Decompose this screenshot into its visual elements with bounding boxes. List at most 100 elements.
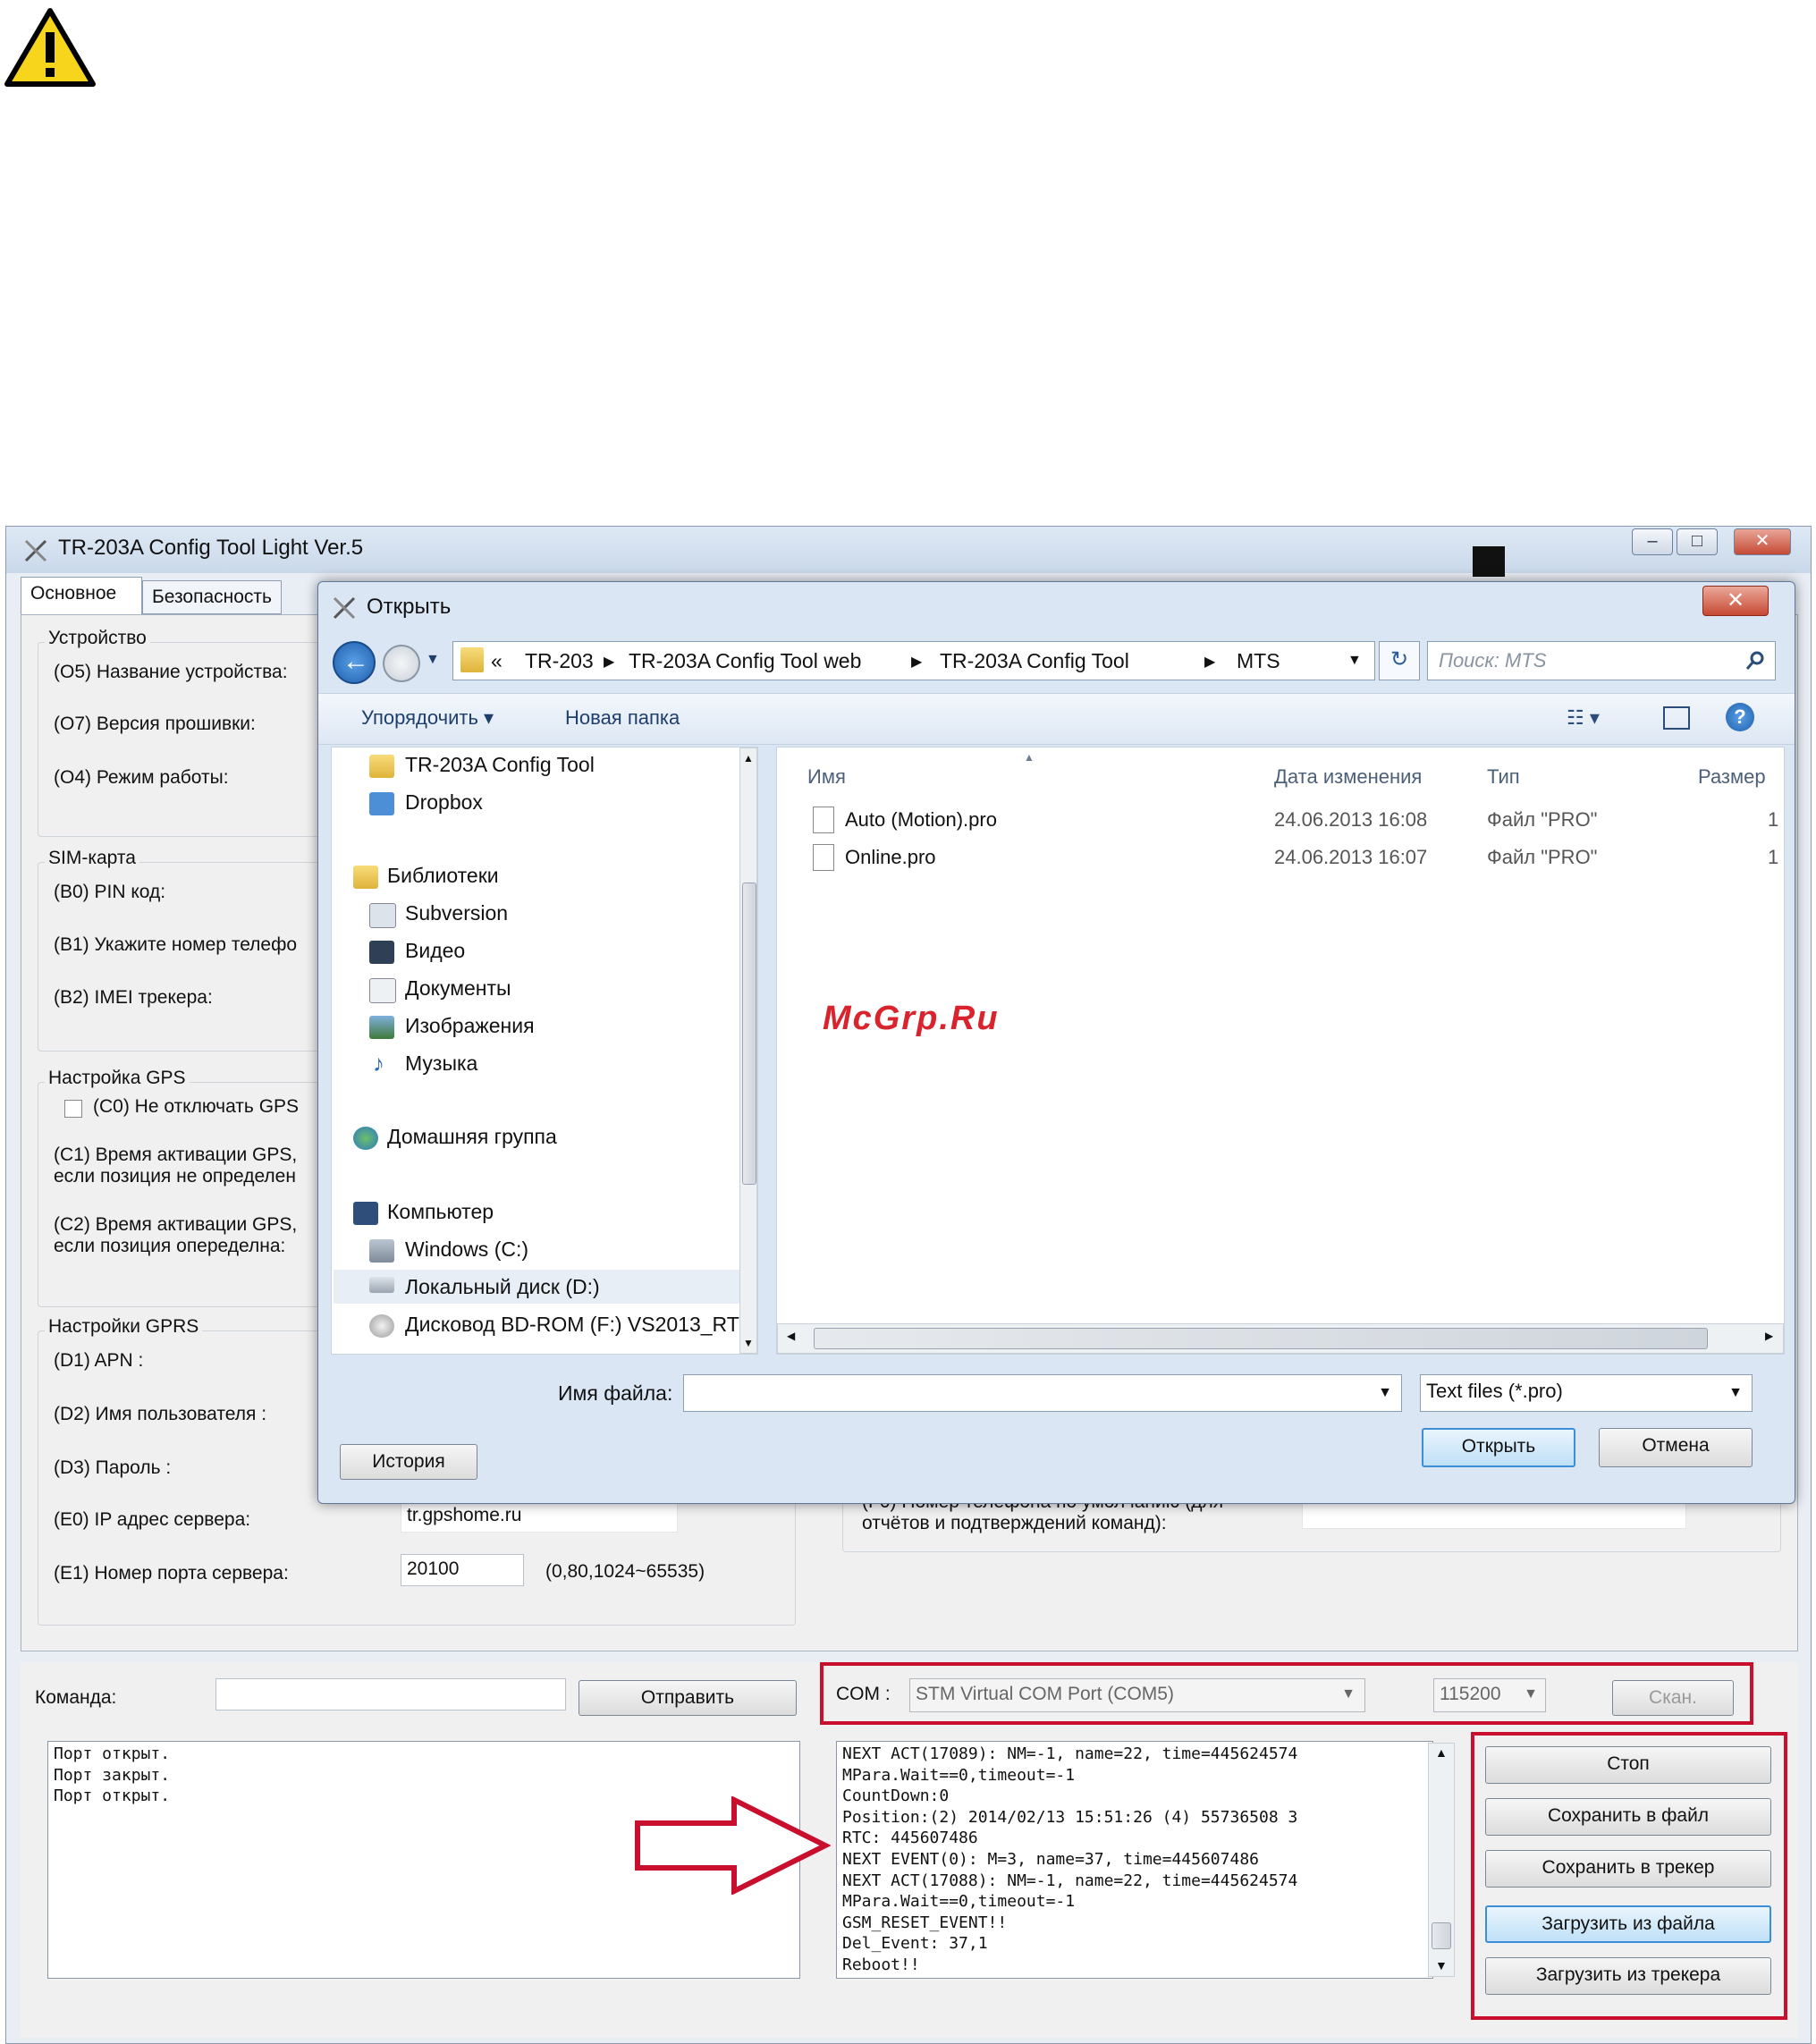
com-port-select[interactable]: STM Virtual COM Port (COM5) ▼: [909, 1678, 1365, 1712]
computer-icon: [353, 1202, 378, 1225]
address-bar[interactable]: « TR-203 ▶ TR-203A Config Tool web ▶ TR-…: [452, 641, 1375, 680]
nav-item-computer[interactable]: Компьютер: [387, 1200, 494, 1224]
taskbar-thumbnail: [1473, 546, 1505, 577]
refresh-button[interactable]: ↻: [1379, 641, 1420, 680]
cancel-button[interactable]: Отмена: [1599, 1428, 1753, 1467]
tab-main[interactable]: Основное: [21, 577, 142, 614]
video-icon: [369, 941, 394, 964]
scroll-up-icon: ▲: [743, 752, 754, 764]
tab-security[interactable]: Безопасность: [142, 580, 282, 614]
nav-item-dropbox[interactable]: Dropbox: [405, 790, 483, 815]
title-bar: TR-203A Config Tool Light Ver.5 ‒ □ ✕: [6, 527, 1811, 577]
help-icon[interactable]: ?: [1726, 703, 1754, 731]
open-button[interactable]: Открыть: [1422, 1428, 1575, 1467]
gps-c1-label-2: если позиция не определен: [54, 1166, 296, 1187]
close-button[interactable]: ✕: [1734, 528, 1791, 555]
preview-pane-icon[interactable]: [1663, 706, 1690, 730]
send-button[interactable]: Отправить: [579, 1680, 797, 1716]
com-label: COM :: [836, 1684, 891, 1704]
dialog-close-button[interactable]: ✕: [1702, 586, 1769, 616]
view-options-icon[interactable]: ☷ ▾: [1567, 706, 1600, 730]
column-type[interactable]: Тип: [1487, 765, 1520, 789]
drive-c-icon: [369, 1239, 394, 1263]
history-button[interactable]: История: [340, 1444, 477, 1480]
chevron-down-icon[interactable]: ▼: [426, 652, 440, 668]
baud-select[interactable]: 115200 ▼: [1433, 1678, 1546, 1712]
column-date[interactable]: Дата изменения: [1274, 765, 1422, 789]
nav-item-subversion[interactable]: Subversion: [405, 901, 508, 925]
device-log: NEXT ACT(17089): NM=-1, name=22, time=44…: [836, 1741, 1433, 1979]
nav-item-music[interactable]: Музыка: [405, 1052, 477, 1076]
search-icon[interactable]: [1744, 650, 1766, 671]
window-title: TR-203A Config Tool Light Ver.5: [58, 536, 364, 560]
music-icon: ♪: [373, 1050, 384, 1077]
chevron-down-icon: ▼: [1524, 1686, 1538, 1702]
save-to-tracker-button[interactable]: Сохранить в трекер: [1485, 1850, 1771, 1888]
breadcrumb-overflow[interactable]: «: [491, 649, 503, 673]
back-button[interactable]: ←: [333, 641, 376, 684]
search-box[interactable]: Поиск: MTS: [1427, 641, 1776, 680]
chevron-down-icon: ▼: [1728, 1385, 1743, 1400]
stop-button[interactable]: Стоп: [1485, 1746, 1771, 1784]
file-size: 1: [1768, 808, 1779, 831]
nav-item-homegroup[interactable]: Домашняя группа: [387, 1125, 557, 1149]
gps-always-on-label: (C0) Не отключать GPS: [93, 1096, 300, 1117]
dropbox-icon: [369, 792, 394, 815]
load-from-file-button[interactable]: Загрузить из файла: [1485, 1905, 1771, 1943]
file-hscrollbar[interactable]: ◀ ▶: [777, 1323, 1784, 1354]
nav-scroll-thumb[interactable]: [742, 883, 756, 1185]
table-row[interactable]: Auto (Motion).pro 24.06.2013 16:08 Файл …: [777, 803, 1784, 839]
nav-scrollbar[interactable]: ▲ ▼: [739, 747, 757, 1354]
table-row[interactable]: Online.pro 24.06.2013 16:07 Файл "PRO" 1: [777, 840, 1784, 876]
server-ip-input[interactable]: tr.gpshome.ru: [401, 1500, 678, 1533]
apn-label: (D1) APN :: [54, 1350, 144, 1371]
nav-item-drive-d[interactable]: Локальный диск (D:): [405, 1275, 600, 1299]
breadcrumb-current[interactable]: MTS: [1237, 649, 1280, 673]
forward-button[interactable]: [383, 645, 420, 682]
firmware-label: (O7) Версия прошивки:: [54, 714, 256, 734]
filename-input[interactable]: ▼: [683, 1374, 1402, 1412]
breadcrumb-item[interactable]: TR-203A Config Tool: [940, 649, 1129, 673]
file-name: Auto (Motion).pro: [845, 808, 997, 831]
scroll-down-icon: ▼: [743, 1337, 754, 1349]
file-hscroll-thumb[interactable]: [814, 1328, 1708, 1349]
new-folder-button[interactable]: Новая папка: [565, 706, 680, 730]
nav-item-video[interactable]: Видео: [405, 939, 465, 963]
minimize-button[interactable]: ‒: [1632, 528, 1673, 555]
scan-button[interactable]: Скан.: [1612, 1680, 1734, 1716]
save-to-file-button[interactable]: Сохранить в файл: [1485, 1798, 1771, 1836]
imei-label: (B2) IMEI трекера:: [54, 987, 213, 1008]
scroll-thumb[interactable]: [1432, 1922, 1451, 1949]
chevron-down-icon[interactable]: ▼: [1378, 1377, 1392, 1409]
organize-menu[interactable]: Упорядочить ▾: [361, 706, 494, 730]
password-label: (D3) Пароль :: [54, 1457, 172, 1478]
file-type-filter[interactable]: Text files (*.pro) ▼: [1420, 1374, 1753, 1412]
nav-item-pictures[interactable]: Изображения: [405, 1014, 535, 1038]
load-from-tracker-button[interactable]: Загрузить из трекера: [1485, 1957, 1771, 1995]
dialog-title: Открыть: [367, 595, 452, 619]
command-input[interactable]: [215, 1678, 566, 1710]
breadcrumb-item[interactable]: TR-203: [525, 649, 594, 673]
nav-item-documents[interactable]: Документы: [405, 976, 511, 1001]
breadcrumb-item[interactable]: TR-203A Config Tool web: [629, 649, 861, 673]
nav-item-drive-c[interactable]: Windows (C:): [405, 1237, 528, 1262]
nav-item-config-tool[interactable]: TR-203A Config Tool: [405, 753, 595, 777]
com-port-value: STM Virtual COM Port (COM5): [916, 1684, 1174, 1704]
column-name[interactable]: Имя: [807, 765, 846, 789]
server-port-input[interactable]: 20100: [401, 1554, 524, 1586]
maximize-button[interactable]: □: [1677, 528, 1718, 555]
gps-always-on-checkbox[interactable]: [64, 1100, 82, 1118]
gps-c2-label-1: (C2) Время активации GPS,: [54, 1214, 298, 1235]
phone-label: (B1) Укажите номер телефо: [54, 934, 298, 955]
chevron-down-icon[interactable]: ▼: [1347, 653, 1362, 669]
gprs-group-title: Настройки GPRS: [45, 1316, 203, 1338]
server-port-label: (E1) Номер порта сервера:: [54, 1563, 289, 1584]
column-size[interactable]: Размер: [1698, 765, 1766, 789]
file-type: Файл "PRO": [1487, 808, 1598, 831]
nav-item-libraries[interactable]: Библиотеки: [387, 864, 499, 888]
chevron-right-icon: ▶: [1204, 655, 1216, 670]
nav-item-drive-f[interactable]: Дисковод BD-ROM (F:) VS2013_RT: [405, 1313, 739, 1337]
device-log-scrollbar[interactable]: ▲ ▼: [1428, 1743, 1455, 1977]
documents-icon: [369, 978, 396, 1003]
pin-label: (B0) PIN код:: [54, 882, 166, 902]
